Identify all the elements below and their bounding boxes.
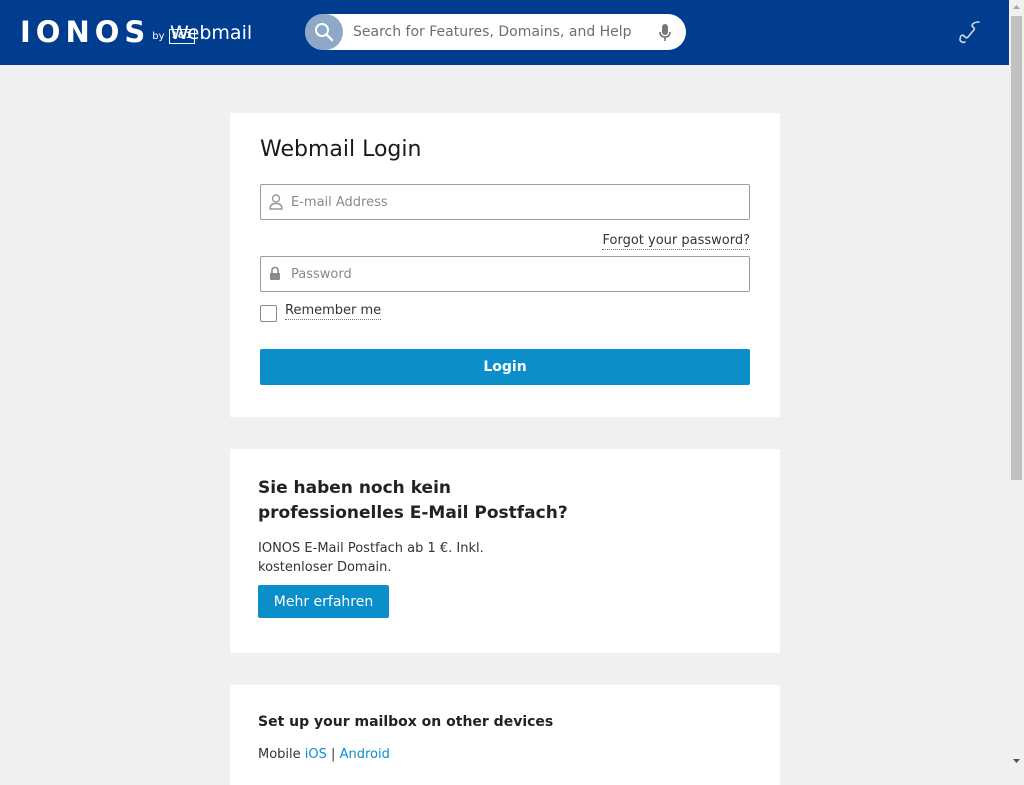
link-separator: |: [331, 747, 336, 762]
promo-text: IONOS E-Mail Postfach ab 1 €. Inkl. kost…: [258, 541, 484, 575]
login-card: Webmail Login Forgot your password? Reme…: [230, 113, 780, 417]
devices-title: Set up your mailbox on other devices: [258, 714, 554, 730]
remember-me-label[interactable]: Remember me: [285, 303, 382, 320]
forgot-password-link[interactable]: Forgot your password?: [602, 233, 750, 250]
vertical-scrollbar[interactable]: [1009, 0, 1024, 768]
mobile-label: Mobile: [258, 747, 301, 762]
password-field-container: [260, 256, 750, 292]
ionos-logo[interactable]: IONOS by 1&1: [20, 15, 195, 49]
microphone-icon[interactable]: [659, 24, 671, 42]
phone-icon[interactable]: [959, 20, 983, 44]
learn-more-button[interactable]: Mehr erfahren: [258, 585, 389, 618]
search-bar: [305, 14, 686, 50]
login-button[interactable]: Login: [260, 349, 750, 385]
mobile-links-line: Mobile iOS | Android: [258, 745, 390, 764]
app-title: Webmail: [170, 22, 253, 44]
logo-wordmark: IONOS: [20, 15, 151, 49]
promo-title: Sie haben noch kein professionelles E-Ma…: [258, 478, 568, 523]
search-icon: [315, 23, 334, 42]
lock-icon: [270, 266, 280, 280]
remember-me-checkbox[interactable]: [260, 305, 277, 322]
scrollbar-thumb[interactable]: [1011, 16, 1022, 480]
scroll-down-arrow-icon[interactable]: [1009, 753, 1024, 768]
top-navigation-bar: IONOS by 1&1 Webmail: [0, 0, 1009, 65]
search-button[interactable]: [305, 14, 343, 50]
android-link[interactable]: Android: [340, 747, 390, 762]
devices-card: Set up your mailbox on other devices Mob…: [230, 685, 780, 785]
email-field-container: [260, 184, 750, 220]
user-icon: [269, 194, 283, 210]
search-input[interactable]: [353, 14, 643, 50]
email-input[interactable]: [291, 185, 731, 219]
password-input[interactable]: [291, 257, 731, 291]
logo-by-text: by: [152, 30, 165, 42]
login-title: Webmail Login: [260, 137, 422, 162]
scroll-up-arrow-icon[interactable]: [1009, 0, 1024, 15]
promo-card: Sie haben noch kein professionelles E-Ma…: [230, 449, 780, 653]
ios-link[interactable]: iOS: [305, 747, 327, 762]
